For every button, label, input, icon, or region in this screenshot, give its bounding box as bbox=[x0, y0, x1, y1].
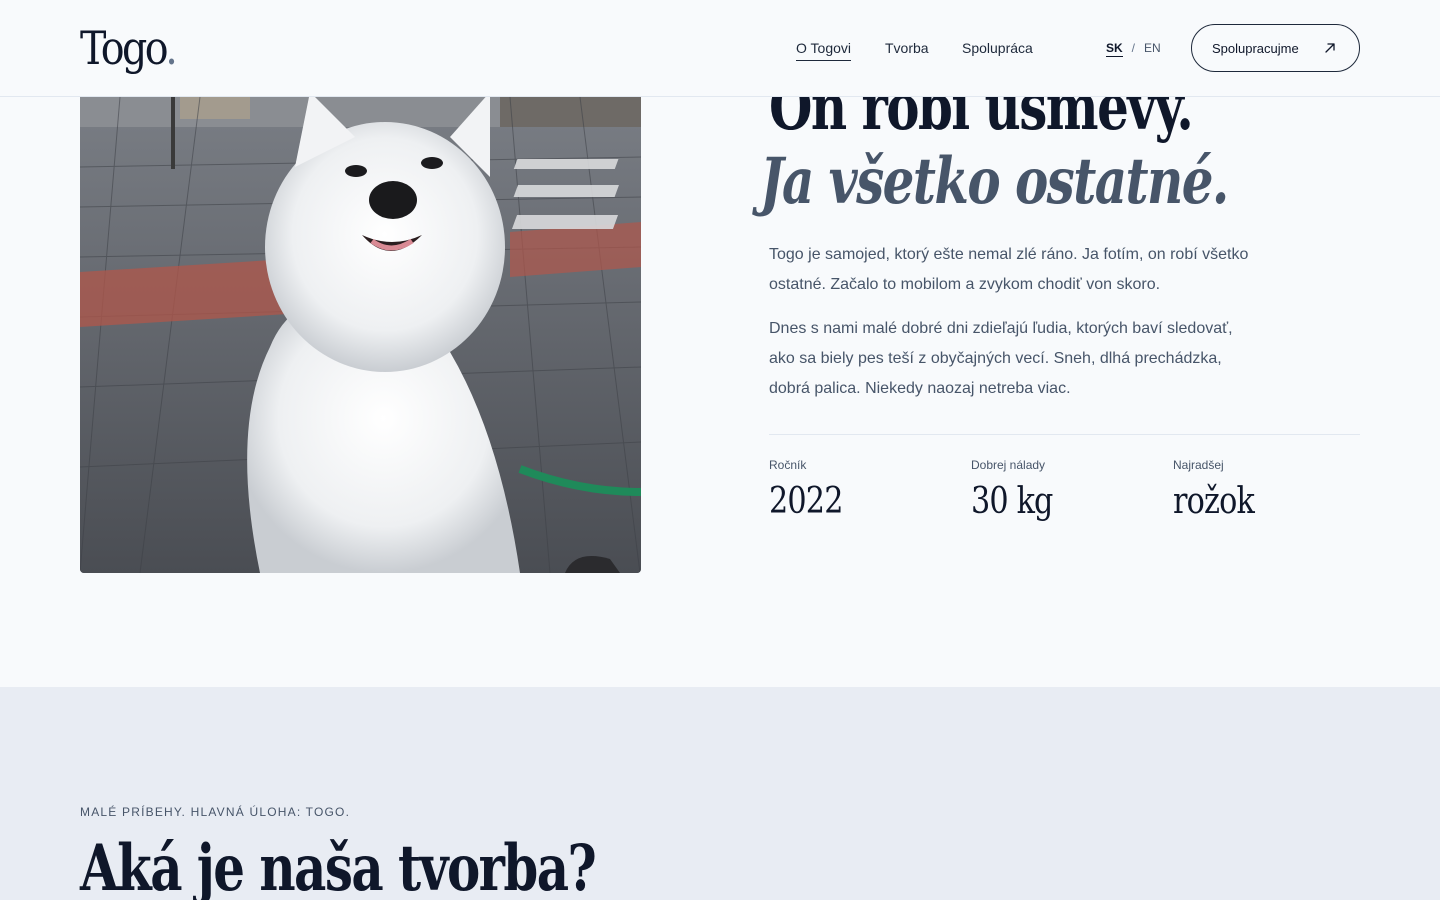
stat-label: Dobrej nálady bbox=[971, 458, 1046, 472]
logo-dot: . bbox=[165, 21, 177, 75]
lang-sk[interactable]: SK bbox=[1106, 41, 1123, 57]
section-title: Aká je naša tvorba? bbox=[80, 831, 597, 900]
logo[interactable]: Togo. bbox=[80, 20, 178, 76]
nav-item-tvorba[interactable]: Tvorba bbox=[885, 38, 929, 58]
logo-text: Togo bbox=[80, 21, 168, 75]
section-eyebrow: MALÉ PRÍBEHY. HLAVNÁ ÚLOHA: TOGO. bbox=[80, 805, 351, 819]
stat-label: Najradšej bbox=[1173, 458, 1224, 472]
spolupracujme-button[interactable]: Spolupracujme bbox=[1191, 24, 1360, 72]
nav-item-spolupraca[interactable]: Spolupráca bbox=[962, 38, 1033, 58]
page: Togo. O Togovi Tvorba Spolupráca SK / EN S… bbox=[0, 0, 1440, 900]
togo-photo bbox=[80, 97, 641, 573]
site-header: Togo. O Togovi Tvorba Spolupráca SK / EN S… bbox=[0, 0, 1440, 97]
stat-value: rožok bbox=[1173, 481, 1255, 522]
stat-dobrej-nalady: Dobrej nálady 30 kg bbox=[971, 457, 1068, 523]
creations-section: MALÉ PRÍBEHY. HLAVNÁ ÚLOHA: TOGO. Aká je… bbox=[0, 687, 1440, 900]
stat-rocnik: Ročník 2022 bbox=[769, 457, 857, 523]
arrow-up-right-icon bbox=[1325, 43, 1335, 53]
lang-en[interactable]: EN bbox=[1144, 41, 1161, 55]
stat-najradsej: Najradšej rožok bbox=[1173, 457, 1269, 523]
intro-paragraph-2: Dnes s nami malé dobré dni zdieľajú ľudi… bbox=[769, 320, 1233, 397]
stat-value: 2022 bbox=[769, 481, 843, 522]
stat-value: 30 kg bbox=[971, 481, 1053, 522]
cta-label: Spolupracujme bbox=[1212, 40, 1299, 56]
headline-line2: Ja všetko ostatné. bbox=[760, 144, 1229, 219]
intro-paragraph-1: Togo je samojed, ktorý ešte nemal zlé rá… bbox=[769, 246, 1249, 293]
lang-separator: / bbox=[1131, 41, 1136, 55]
stat-label: Ročník bbox=[769, 458, 807, 472]
language-switcher: SK / EN bbox=[1106, 40, 1161, 57]
stats-divider bbox=[769, 434, 1360, 435]
nav-item-o-togovi[interactable]: O Togovi bbox=[796, 38, 851, 61]
